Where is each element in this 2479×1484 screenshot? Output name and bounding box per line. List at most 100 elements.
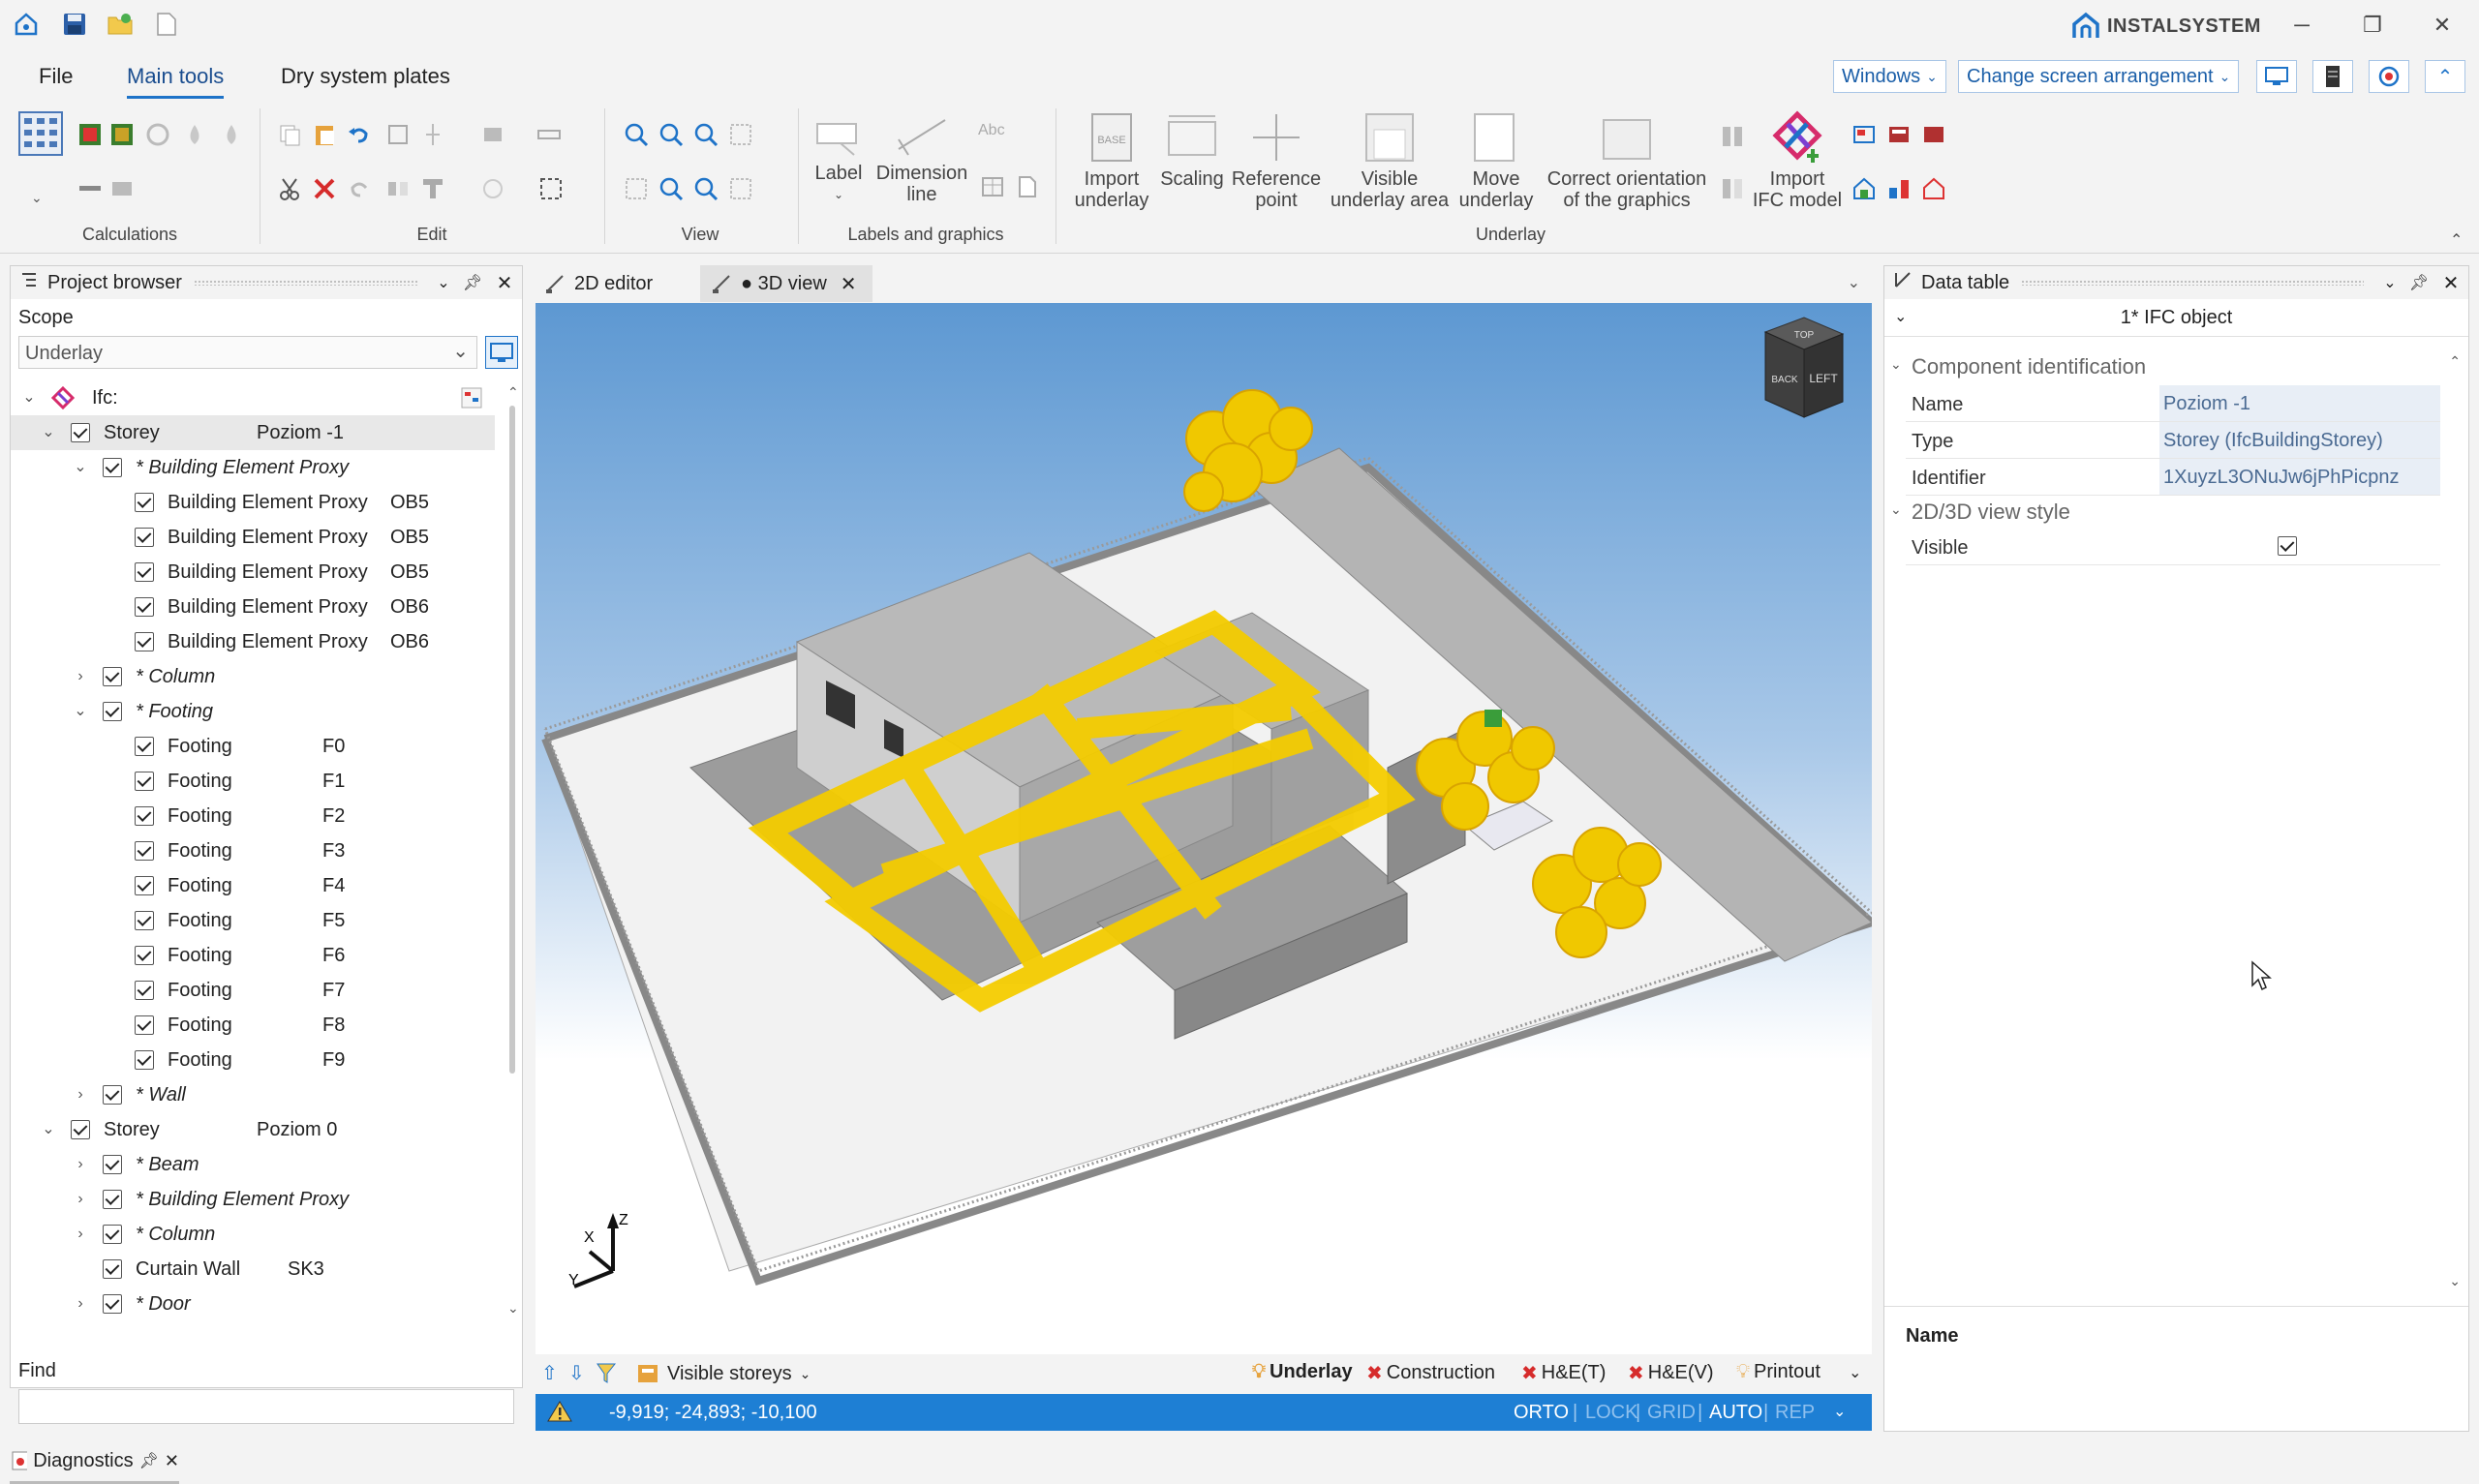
tree-item[interactable]: Building Element Proxy OB5	[11, 555, 495, 590]
tree-item-checkbox[interactable]	[103, 1190, 122, 1209]
visible-storeys-dropdown[interactable]: Visible storeys ⌄	[636, 1359, 811, 1388]
property-name-value[interactable]: Poziom -1	[2159, 385, 2440, 421]
tree-item[interactable]: Building Element Proxy OB6	[11, 590, 495, 624]
windows-dropdown[interactable]: Windows ⌄	[1833, 60, 1946, 93]
tree-item[interactable]: Footing F5	[11, 903, 495, 938]
tab-file[interactable]: File	[39, 64, 73, 89]
drag-handle[interactable]	[2021, 280, 2364, 286]
minimize-button[interactable]: ─	[2280, 8, 2323, 43]
tree-item-checkbox[interactable]	[135, 493, 154, 512]
tree-item[interactable]: Building Element Proxy OB5	[11, 485, 495, 520]
correct-orientation-button[interactable]: Correct orientation of the graphics	[1540, 110, 1714, 211]
pipe-icon[interactable]	[77, 176, 103, 201]
mode-grid[interactable]: GRID	[1647, 1402, 1696, 1424]
warning-icon[interactable]	[547, 1400, 572, 1429]
scaling-button[interactable]: Scaling	[1158, 110, 1226, 190]
tree-item-checkbox[interactable]	[103, 667, 122, 686]
fitting-icon[interactable]	[109, 176, 135, 201]
layer-printout[interactable]: 💡︎ Printout	[1736, 1361, 1821, 1383]
chevron-down-icon[interactable]: ⌄	[72, 703, 89, 720]
pin-icon[interactable]: 📌︎	[2404, 273, 2433, 292]
copy-icon[interactable]	[277, 122, 302, 147]
find-input[interactable]	[18, 1389, 514, 1424]
3d-scene[interactable]: TOP BACK LEFT Z X Y	[536, 303, 1872, 1354]
tree-item-checkbox[interactable]	[103, 1155, 122, 1174]
tree-item-checkbox[interactable]	[103, 1085, 122, 1105]
tree-item-checkbox[interactable]	[103, 1225, 122, 1244]
scope-select[interactable]: Underlay ⌄	[18, 336, 477, 369]
tree-item-checkbox[interactable]	[135, 841, 154, 861]
table-icon[interactable]	[980, 174, 1005, 199]
tree-item-checkbox[interactable]	[103, 458, 122, 477]
tree-item[interactable]: Footing F0	[11, 729, 495, 764]
tree-item[interactable]: › * Building Element Proxy	[11, 1182, 495, 1217]
move-underlay-button[interactable]: Move underlay	[1453, 110, 1540, 211]
chevron-down-icon[interactable]: ⌄	[72, 459, 89, 476]
tree-item[interactable]: ⌄ * Building Element Proxy	[11, 450, 495, 485]
ifc-layer-icon[interactable]	[1852, 122, 1877, 147]
ifc-storey-icon[interactable]	[1886, 176, 1912, 201]
tree-item[interactable]: › * Door	[11, 1287, 495, 1321]
frame-icon[interactable]	[385, 122, 411, 147]
drop-icon[interactable]	[219, 122, 244, 147]
rotate-icon[interactable]	[480, 176, 505, 201]
home-icon[interactable]	[14, 12, 39, 37]
change-screen-arrangement-dropdown[interactable]: Change screen arrangement ⌄	[1958, 60, 2240, 93]
tree-item[interactable]: Footing F4	[11, 868, 495, 903]
section-component-identification[interactable]: ⌄ Component identification	[1890, 350, 2440, 383]
underlay-list-icon[interactable]	[1720, 124, 1745, 149]
close-icon[interactable]: ✕	[165, 1451, 179, 1471]
mode-orto[interactable]: ORTO	[1514, 1402, 1569, 1424]
layer-construction[interactable]: ✖ Construction	[1366, 1361, 1495, 1385]
tree-item-checkbox[interactable]	[135, 632, 154, 651]
tree-item[interactable]: Footing F9	[11, 1043, 495, 1077]
tree-item[interactable]: Curtain Wall SK3	[11, 1252, 495, 1287]
chevron-right-icon[interactable]: ›	[72, 1295, 89, 1313]
split-icon[interactable]	[420, 122, 445, 147]
tree-item-checkbox[interactable]	[135, 1015, 154, 1035]
new-document-icon[interactable]	[155, 12, 180, 37]
chevron-down-icon[interactable]: ⌄	[1890, 356, 1902, 373]
mode-rep[interactable]: REP	[1775, 1402, 1815, 1424]
mode-auto[interactable]: AUTO	[1709, 1402, 1762, 1424]
chevron-right-icon[interactable]: ›	[72, 1226, 89, 1243]
tree-item[interactable]: Building Element Proxy OB5	[11, 520, 495, 555]
undo-icon[interactable]	[347, 122, 372, 147]
chevron-down-icon[interactable]: ⌄	[31, 190, 46, 205]
tree-item[interactable]: ⌄ Storey Poziom -1	[11, 415, 495, 450]
chevron-down-icon[interactable]: ⌄	[20, 389, 38, 407]
close-tab-icon[interactable]: ✕	[841, 272, 857, 296]
chevron-down-icon[interactable]: ⌄	[507, 1300, 519, 1317]
sync-icon[interactable]	[2369, 60, 2409, 93]
tree-item[interactable]: Building Element Proxy OB6	[11, 624, 495, 659]
tree-item[interactable]: Footing F7	[11, 973, 495, 1008]
tree-options-icon[interactable]	[460, 386, 483, 415]
close-window-button[interactable]: ✕	[2421, 8, 2464, 43]
chevron-up-icon[interactable]: ⌃	[507, 384, 519, 401]
tree-item-checkbox[interactable]	[135, 946, 154, 965]
tree-item[interactable]: › * Beam	[11, 1147, 495, 1182]
ifc-filter-icon[interactable]	[1886, 122, 1912, 147]
open-folder-icon[interactable]	[107, 12, 133, 37]
zoom-all-icon[interactable]	[693, 176, 719, 201]
filter-icon[interactable]	[596, 1361, 617, 1390]
zoom-window-icon[interactable]	[728, 122, 753, 147]
pin-icon[interactable]: 📌︎	[139, 1451, 159, 1470]
tree-item-checkbox[interactable]	[71, 423, 90, 442]
floor-calc-icon[interactable]	[109, 122, 135, 147]
align-icon[interactable]	[480, 122, 505, 147]
chevron-down-icon[interactable]: ⌄	[40, 1121, 57, 1138]
tab-dry-system-plates[interactable]: Dry system plates	[281, 64, 450, 89]
tree-item-checkbox[interactable]	[103, 1259, 122, 1279]
layer-underlay[interactable]: 💡︎ Underlay	[1252, 1361, 1353, 1383]
chevron-up-icon[interactable]: ⌃	[2450, 230, 2469, 250]
tab-main-tools[interactable]: Main tools	[127, 64, 225, 99]
zoom-fit-icon[interactable]	[693, 122, 719, 147]
tree-item-checkbox[interactable]	[71, 1120, 90, 1139]
text-style-button[interactable]: Abc	[978, 122, 1026, 147]
save-icon[interactable]	[62, 12, 87, 37]
property-type-value[interactable]: Storey (IfcBuildingStorey)	[2159, 422, 2440, 458]
ifc-building-icon[interactable]	[1921, 176, 1946, 201]
underlay-props-icon[interactable]	[1720, 176, 1745, 201]
section-view-style[interactable]: ⌄ 2D/3D view style	[1890, 496, 2440, 529]
